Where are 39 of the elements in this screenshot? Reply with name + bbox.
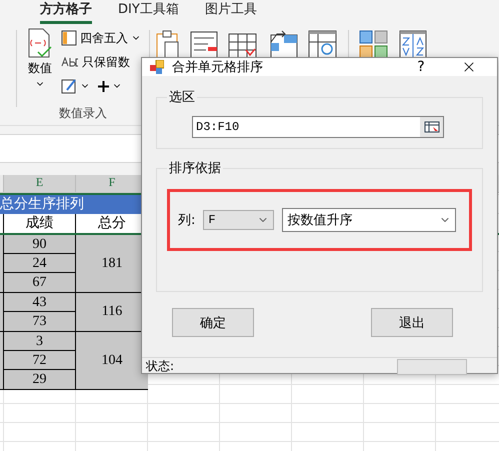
abc-icon — [61, 57, 79, 67]
table-cell: 3 — [3, 332, 75, 351]
number-button[interactable]: 数值 — [25, 22, 55, 105]
number-icon — [27, 28, 53, 58]
column-header[interactable]: E — [3, 175, 75, 192]
order-dropdown[interactable]: 按数值升序 — [282, 208, 456, 232]
table-cell: 24 — [3, 254, 75, 273]
column-dropdown[interactable]: F — [203, 210, 274, 230]
grid-pen-icon — [61, 78, 77, 94]
ribbon-tab[interactable]: 图片工具 — [204, 0, 257, 24]
sort-icon[interactable] — [399, 30, 427, 60]
app-icon — [150, 60, 164, 74]
table-cell: 29 — [3, 370, 75, 389]
group-legend: 选区 — [167, 88, 197, 106]
help-button[interactable]: ? — [401, 58, 441, 76]
dialog-title: 合并单元格排序 — [172, 59, 264, 76]
table-cell: 43 — [3, 293, 75, 312]
list-icon[interactable] — [190, 30, 218, 60]
group-legend: 排序依据 — [167, 159, 223, 177]
table-cell: 90 — [3, 235, 75, 254]
plus-icon — [98, 80, 109, 92]
ribbon-tab[interactable]: DIY工具箱 — [118, 0, 179, 24]
grid-arrow-icon[interactable] — [268, 30, 298, 60]
header-cell: 成绩 — [3, 214, 75, 233]
dialog-button[interactable]: 确定 — [172, 308, 254, 337]
ribbon-tab[interactable]: 方方格子 — [40, 0, 92, 24]
keep-values-button[interactable]: 只保留数 — [61, 52, 141, 72]
grid-search-icon[interactable] — [308, 30, 338, 60]
color-squares-icon[interactable] — [359, 30, 389, 60]
table-cell: 67 — [3, 273, 75, 292]
round-button[interactable]: 四舍五入 — [61, 28, 141, 48]
column-label: 列: — [178, 212, 196, 229]
clipboard-icon[interactable] — [156, 30, 180, 60]
status-label: 状态: — [146, 358, 174, 375]
dialog-button[interactable]: 退出 — [371, 308, 453, 337]
table-cell: 73 — [3, 312, 75, 331]
table-cell: 72 — [3, 351, 75, 370]
table-icon — [61, 30, 77, 46]
group-label: 数值录入 — [58, 105, 108, 122]
